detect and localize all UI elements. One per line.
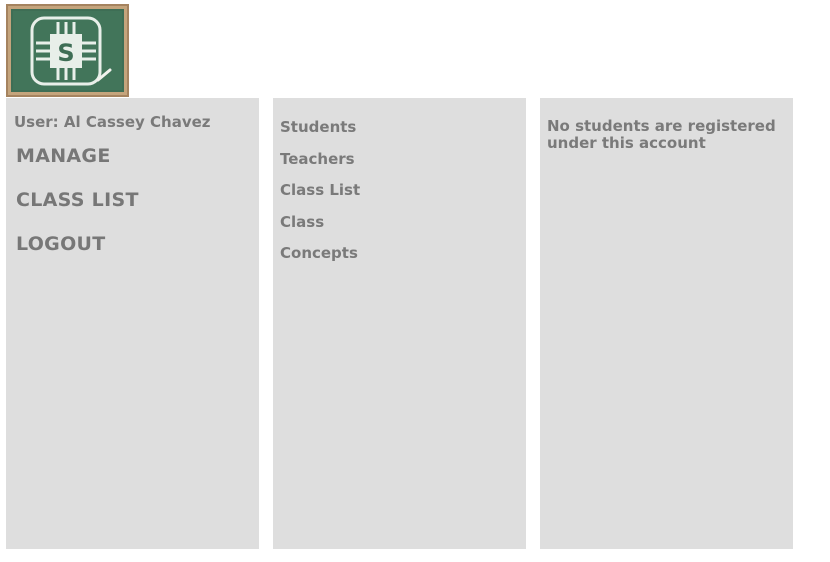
submenu-concepts[interactable]: Concepts <box>280 244 526 262</box>
nav-logout[interactable]: LOGOUT <box>16 232 259 256</box>
app-logo[interactable]: S <box>6 4 129 97</box>
content-panel: No students are registered under this ac… <box>540 98 793 549</box>
user-label: User: Al Cassey Chavez <box>14 113 211 131</box>
nav-class-list[interactable]: CLASS LIST <box>16 188 259 212</box>
user-menu-panel: User: Al Cassey Chavez MANAGE CLASS LIST… <box>6 98 259 549</box>
manage-submenu-panel: Students Teachers Class List Class Conce… <box>273 98 526 549</box>
submenu-students[interactable]: Students <box>280 118 526 136</box>
svg-text:S: S <box>57 39 74 67</box>
empty-students-message: No students are registered under this ac… <box>547 117 776 152</box>
chalkboard-chip-logo-icon: S <box>6 4 129 97</box>
submenu-class-list[interactable]: Class List <box>280 181 526 199</box>
submenu-teachers[interactable]: Teachers <box>280 150 526 168</box>
nav-manage[interactable]: MANAGE <box>16 144 259 168</box>
submenu-class[interactable]: Class <box>280 213 526 231</box>
